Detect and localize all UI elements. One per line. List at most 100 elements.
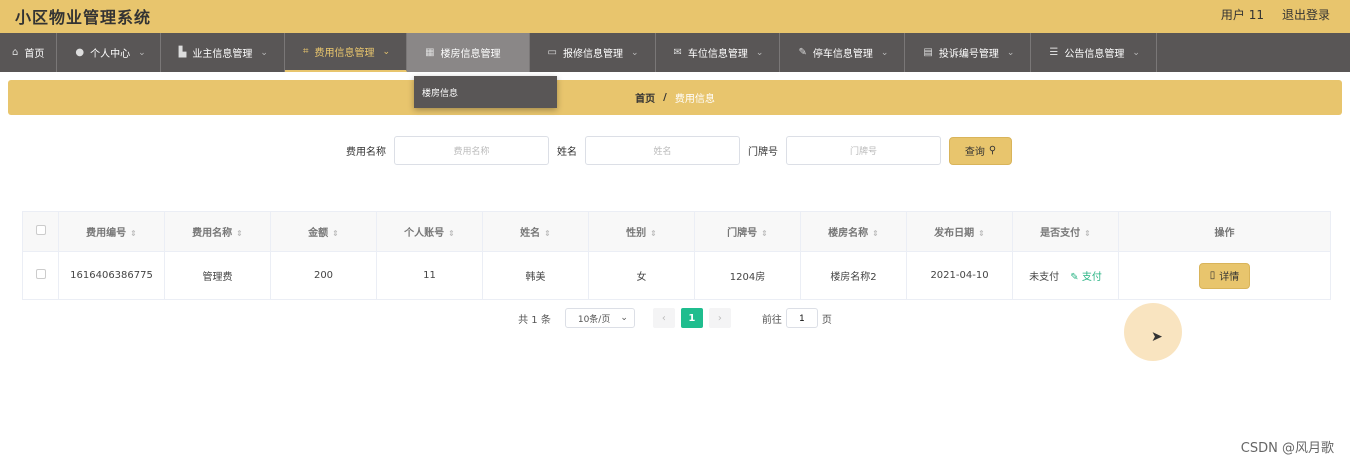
chat-icon: ▭	[547, 47, 557, 58]
nav-item-personal-center[interactable]: ● 个人中心 ⌄	[57, 33, 161, 72]
chevron-down-icon: ⌄	[755, 47, 764, 58]
detail-button[interactable]: ▯ 详情	[1198, 262, 1251, 289]
breadcrumb-current: 费用信息	[674, 94, 715, 105]
cell-name: 韩美	[482, 251, 589, 300]
nav-label: 投诉编号管理	[938, 49, 999, 60]
edit-icon: ✎	[1070, 272, 1079, 283]
column-header[interactable]: 性别 ⇕	[588, 211, 695, 252]
select-all-checkbox[interactable]	[22, 211, 59, 252]
sort-icon: ⇕	[544, 229, 551, 238]
detail-button-label: 详情	[1219, 272, 1240, 283]
mail-icon: ✉	[673, 47, 682, 58]
nav-label: 楼房信息管理	[440, 49, 501, 60]
nav-label: 停车信息管理	[812, 49, 873, 60]
pay-link[interactable]: ✎ 支付	[1070, 272, 1102, 283]
breadcrumb-separator: /	[663, 92, 667, 103]
nav-item-repair-info[interactable]: ▭ 报修信息管理 ⌄	[530, 33, 656, 72]
cell-door: 1204房	[694, 251, 801, 300]
goto-label: 前往	[761, 314, 782, 326]
column-header: 操作	[1118, 211, 1331, 252]
bag-icon: ▤	[923, 47, 933, 58]
crop-icon: ⌗	[302, 46, 309, 57]
sort-icon: ⇕	[761, 229, 768, 238]
cell-fee-id: 1616406386775	[58, 251, 165, 300]
name-label: 姓名	[557, 147, 577, 158]
sort-icon: ⇕	[872, 229, 879, 238]
nav-item-home[interactable]: ⌂ 首页	[0, 33, 58, 72]
chevron-down-icon: ⌄	[260, 47, 268, 58]
breadcrumb-home[interactable]: 首页	[635, 90, 655, 105]
sort-icon: ⇕	[650, 229, 657, 238]
sort-icon: ⇕	[332, 229, 339, 238]
cell-account: 11	[376, 251, 483, 300]
column-header[interactable]: 是否支付 ⇕	[1012, 211, 1119, 252]
query-button-label: 查询	[964, 147, 985, 158]
mouse-cursor-icon: ➤	[1151, 329, 1163, 345]
column-header[interactable]: 费用编号 ⇕	[58, 211, 165, 252]
sort-icon: ⇕	[1084, 229, 1091, 238]
sliders-icon: ☰	[1049, 47, 1059, 58]
door-number-input[interactable]	[786, 136, 941, 165]
sort-icon: ⇕	[978, 229, 985, 238]
cell-fee-name: 管理费	[164, 251, 271, 300]
fee-table: 费用编号 ⇕ 费用名称 ⇕ 金额 ⇕ 个人账号 ⇕ 姓名 ⇕ 性别 ⇕ 门牌号 ⇕ 楼房名称 ⇕…	[22, 211, 1331, 300]
column-header[interactable]: 楼房名称 ⇕	[800, 211, 907, 252]
column-header[interactable]: 姓名 ⇕	[482, 211, 589, 252]
fee-name-input[interactable]	[394, 136, 549, 165]
nav-label: 费用信息管理	[314, 48, 375, 59]
query-button[interactable]: 查询 ⚲	[949, 136, 1012, 165]
nav-label: 报修信息管理	[562, 49, 623, 60]
home-icon: ⌂	[12, 47, 19, 58]
door-number-label: 门牌号	[748, 147, 778, 158]
nav-item-parking-space-info[interactable]: ✉ 车位信息管理 ⌄	[656, 33, 781, 72]
chevron-down-icon: ⌄	[382, 46, 391, 57]
row-checkbox[interactable]	[22, 251, 59, 300]
edit-icon: ✎	[798, 47, 807, 58]
nav-item-announcement[interactable]: ☰ 公告信息管理 ⌄	[1031, 33, 1157, 72]
column-header[interactable]: 金额 ⇕	[270, 211, 377, 252]
goto-page-input[interactable]	[785, 308, 818, 328]
nav-item-fee-info[interactable]: ⌗ 费用信息管理 ⌄	[284, 33, 408, 72]
cell-paid: 未支付 ✎ 支付	[1012, 251, 1119, 300]
table-row: 1616406386775 管理费 200 11 韩美 女 1204房 楼房名称…	[22, 251, 1331, 300]
nav-item-owner-info[interactable]: ▙ 业主信息管理 ⌄	[161, 33, 285, 72]
nav-item-parking-info[interactable]: ✎ 停车信息管理 ⌄	[780, 33, 906, 72]
column-header[interactable]: 发布日期 ⇕	[906, 211, 1013, 252]
person-icon: ●	[75, 47, 85, 58]
cell-gender: 女	[588, 251, 695, 300]
cell-actions: ▯ 详情	[1118, 251, 1331, 300]
name-input[interactable]	[585, 136, 740, 165]
breadcrumb: 首页 / 费用信息	[8, 80, 1342, 115]
nav-item-building-info[interactable]: ▦ 楼房信息管理	[407, 33, 530, 72]
column-header[interactable]: 个人账号 ⇕	[376, 211, 483, 252]
watermark: CSDN @风月歌	[1240, 441, 1334, 456]
chevron-down-icon: ⌄	[1006, 47, 1015, 58]
fee-name-label: 费用名称	[346, 147, 386, 158]
page-number-active[interactable]: 1	[680, 308, 703, 328]
sort-icon: ⇕	[130, 229, 137, 238]
building-icon: ▙	[178, 47, 187, 58]
next-page-button[interactable]: ›	[708, 308, 731, 328]
chevron-down-icon: ⌄	[880, 47, 889, 58]
page-goto: 前往 页	[762, 308, 832, 328]
building-dropdown-menu: 楼房信息	[414, 76, 557, 108]
nav-label: 首页	[24, 49, 45, 60]
nav-label: 个人中心	[90, 49, 131, 60]
chevron-down-icon: ⌄	[138, 47, 146, 58]
chevron-down-icon: ⌄	[620, 313, 628, 323]
table-header-row: 费用编号 ⇕ 费用名称 ⇕ 金额 ⇕ 个人账号 ⇕ 姓名 ⇕ 性别 ⇕ 门牌号 ⇕ 楼房名称 ⇕…	[22, 211, 1331, 252]
dropdown-item-building-info[interactable]: 楼房信息	[422, 89, 458, 99]
nav-item-complaint[interactable]: ▤ 投诉编号管理 ⌄	[905, 33, 1032, 72]
page-suffix: 页	[821, 314, 832, 326]
header-user-area: 用户 11 退出登录	[1221, 6, 1330, 23]
nav-label: 车位信息管理	[687, 49, 748, 60]
column-header[interactable]: 费用名称 ⇕	[164, 211, 271, 252]
paid-status: 未支付	[1029, 272, 1060, 283]
prev-page-button[interactable]: ‹	[652, 308, 675, 328]
page-size-select[interactable]: 10条/页 ⌄	[564, 308, 635, 328]
pagination-total: 共 1 条	[518, 314, 551, 326]
nav-label: 业主信息管理	[192, 49, 253, 60]
logout-link[interactable]: 退出登录	[1282, 6, 1330, 23]
document-icon: ▯	[1209, 270, 1216, 281]
column-header[interactable]: 门牌号 ⇕	[694, 211, 801, 252]
